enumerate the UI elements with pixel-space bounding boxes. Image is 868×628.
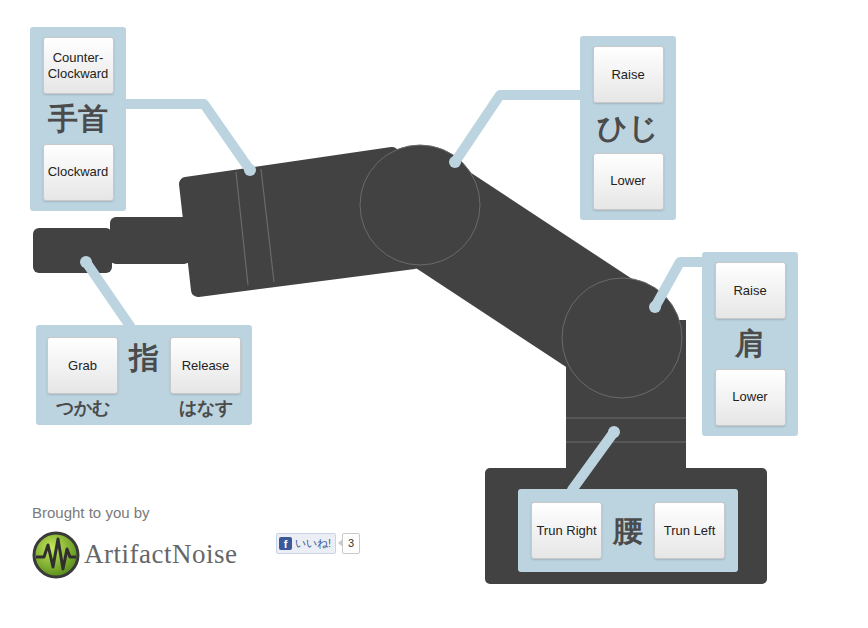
like-button[interactable]: fいいね! xyxy=(276,533,336,554)
control-button[interactable]: Counter-Clockward xyxy=(43,37,114,94)
artifactnoise-logo[interactable]: ArtifactNoise xyxy=(32,531,237,579)
like-label: いいね! xyxy=(295,535,331,552)
control-button[interactable]: Raise xyxy=(715,262,786,319)
finger-sublabel: つかむ xyxy=(56,398,110,420)
shoulder-panel: Raise肩Lower xyxy=(702,252,798,436)
waveform-logo-icon xyxy=(32,531,80,579)
finger-control: Release はなす xyxy=(170,337,241,420)
finger-panel: Grab つかむ指Release はなす xyxy=(36,325,252,425)
control-button[interactable]: Grab xyxy=(47,337,118,394)
joint-label: 腰 xyxy=(613,506,643,556)
like-widget: fいいね! 3 xyxy=(276,533,360,554)
control-button[interactable]: Release xyxy=(170,337,241,394)
finger-sublabel: はなす xyxy=(179,398,233,420)
control-button[interactable]: Trun Left xyxy=(654,502,725,559)
control-button[interactable]: Trun Right xyxy=(531,502,602,559)
joint-label: 指 xyxy=(129,337,159,383)
like-count: 3 xyxy=(342,533,360,554)
control-button[interactable]: Lower xyxy=(593,153,664,210)
robot-arm-stage: Counter-Clockward手首ClockwardRaiseひじLower… xyxy=(0,0,868,628)
elbow-panel: RaiseひじLower xyxy=(580,36,676,220)
joint-label: 手首 xyxy=(48,94,108,144)
credit-text: Brought to you by xyxy=(32,502,237,525)
control-button[interactable]: Raise xyxy=(593,46,664,103)
joint-label: 肩 xyxy=(735,319,765,369)
facebook-icon: f xyxy=(279,537,292,550)
logo-text: ArtifactNoise xyxy=(84,534,237,575)
wrist-panel: Counter-Clockward手首Clockward xyxy=(30,27,126,211)
credit: Brought to you by ArtifactNoise xyxy=(32,502,237,579)
joint-label: ひじ xyxy=(597,103,659,153)
control-button[interactable]: Lower xyxy=(715,369,786,426)
waist-panel: Trun Right腰Trun Left xyxy=(518,489,738,572)
control-button[interactable]: Clockward xyxy=(43,144,114,201)
finger-control: Grab つかむ xyxy=(47,337,118,420)
